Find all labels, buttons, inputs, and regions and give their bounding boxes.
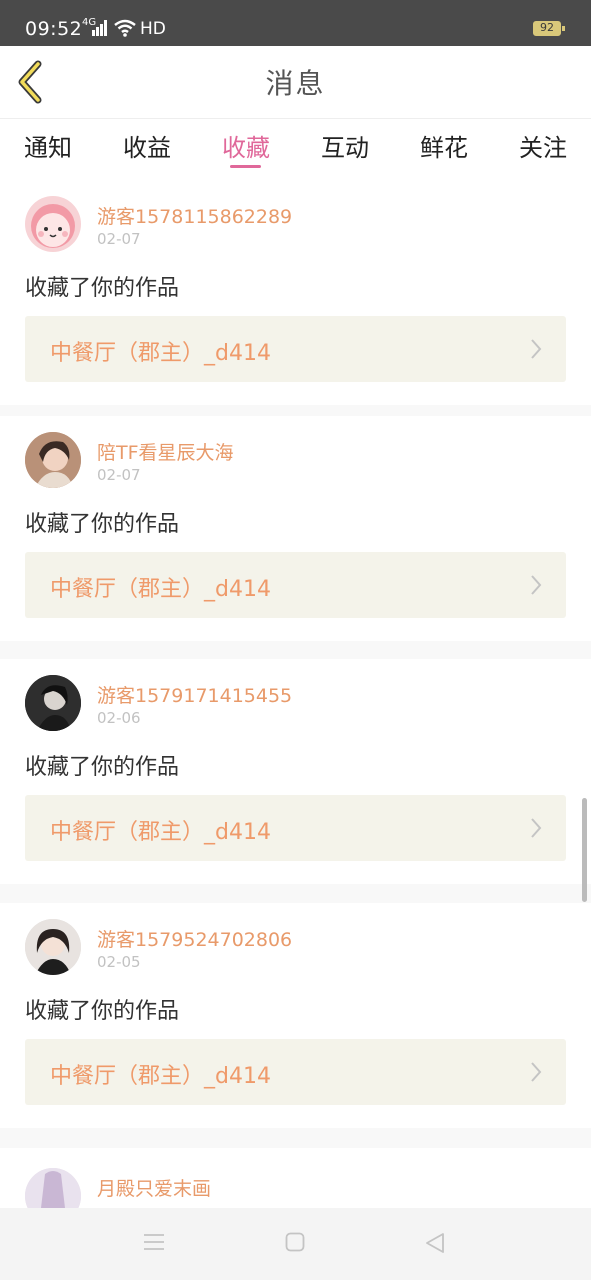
- avatar[interactable]: [25, 675, 81, 731]
- tab-follow[interactable]: 关注: [513, 128, 573, 163]
- username[interactable]: 陪TF看星辰大海: [97, 438, 234, 465]
- username[interactable]: 游客1579171415455: [97, 681, 292, 708]
- work-link[interactable]: 中餐厅（郡主）_d414: [25, 795, 566, 861]
- username[interactable]: 月殿只爱末画: [97, 1174, 211, 1201]
- list-item: 陪TF看星辰大海 02-07 收藏了你的作品 中餐厅（郡主）_d414: [0, 416, 591, 641]
- work-title: 中餐厅（郡主）_d414: [50, 820, 271, 845]
- username[interactable]: 游客1579524702806: [97, 925, 292, 952]
- tab-bar: 通知 收益 收藏 互动 鲜花 关注: [0, 119, 591, 180]
- chevron-right-icon: [531, 339, 542, 359]
- avatar[interactable]: [25, 1168, 81, 1208]
- scrollbar[interactable]: [582, 798, 587, 902]
- avatar-image: [25, 675, 81, 731]
- menu-icon[interactable]: [143, 1232, 165, 1252]
- avatar-image: [25, 919, 81, 975]
- action-text: 收藏了你的作品: [25, 999, 180, 1024]
- avatar[interactable]: [25, 196, 81, 252]
- username[interactable]: 游客1578115862289: [97, 202, 292, 229]
- status-time: 09:52: [25, 18, 83, 40]
- chevron-right-icon: [531, 818, 542, 838]
- work-link[interactable]: 中餐厅（郡主）_d414: [25, 1039, 566, 1105]
- header: 消息: [0, 46, 591, 119]
- work-link[interactable]: 中餐厅（郡主）_d414: [25, 552, 566, 618]
- avatar-image: [25, 1168, 81, 1208]
- system-nav-bar: [0, 1208, 591, 1280]
- work-title: 中餐厅（郡主）_d414: [50, 577, 271, 602]
- list-item: 游客1579171415455 02-06 收藏了你的作品 中餐厅（郡主）_d4…: [0, 659, 591, 884]
- avatar-image: [25, 432, 81, 488]
- active-tab-indicator: [230, 165, 261, 168]
- chevron-right-icon: [531, 1062, 542, 1082]
- work-title: 中餐厅（郡主）_d414: [50, 1064, 271, 1089]
- page-title: 消息: [265, 67, 326, 100]
- signal-icon: [92, 20, 107, 36]
- avatar[interactable]: [25, 432, 81, 488]
- tab-flowers[interactable]: 鲜花: [414, 128, 474, 163]
- item-date: 02-07: [97, 466, 141, 484]
- battery-icon: 92: [533, 21, 565, 36]
- chevron-right-icon: [531, 575, 542, 595]
- avatar[interactable]: [25, 919, 81, 975]
- item-date: 02-06: [97, 709, 141, 727]
- action-text: 收藏了你的作品: [25, 276, 180, 301]
- list-item: 游客1578115862289 02-07 收藏了你的作品 中餐厅（郡主）_d4…: [0, 180, 591, 405]
- avatar-image: [31, 204, 75, 248]
- tab-favorites[interactable]: 收藏: [216, 128, 276, 163]
- wifi-icon: [114, 19, 136, 37]
- tab-interaction[interactable]: 互动: [315, 128, 375, 163]
- item-date: 02-05: [97, 953, 141, 971]
- list-item: 月殿只爱末画: [0, 1148, 591, 1208]
- action-text: 收藏了你的作品: [25, 512, 180, 537]
- tab-earnings[interactable]: 收益: [117, 128, 177, 163]
- item-date: 02-07: [97, 230, 141, 248]
- triangle-back-icon[interactable]: [425, 1232, 445, 1254]
- hd-indicator: HD: [140, 19, 166, 39]
- square-home-icon[interactable]: [285, 1232, 305, 1252]
- tab-notification[interactable]: 通知: [18, 128, 78, 163]
- action-text: 收藏了你的作品: [25, 755, 180, 780]
- work-title: 中餐厅（郡主）_d414: [50, 341, 271, 366]
- list-item: 游客1579524702806 02-05 收藏了你的作品 中餐厅（郡主）_d4…: [0, 903, 591, 1128]
- status-bar: 09:52 4G HD 92: [0, 0, 591, 46]
- work-link[interactable]: 中餐厅（郡主）_d414: [25, 316, 566, 382]
